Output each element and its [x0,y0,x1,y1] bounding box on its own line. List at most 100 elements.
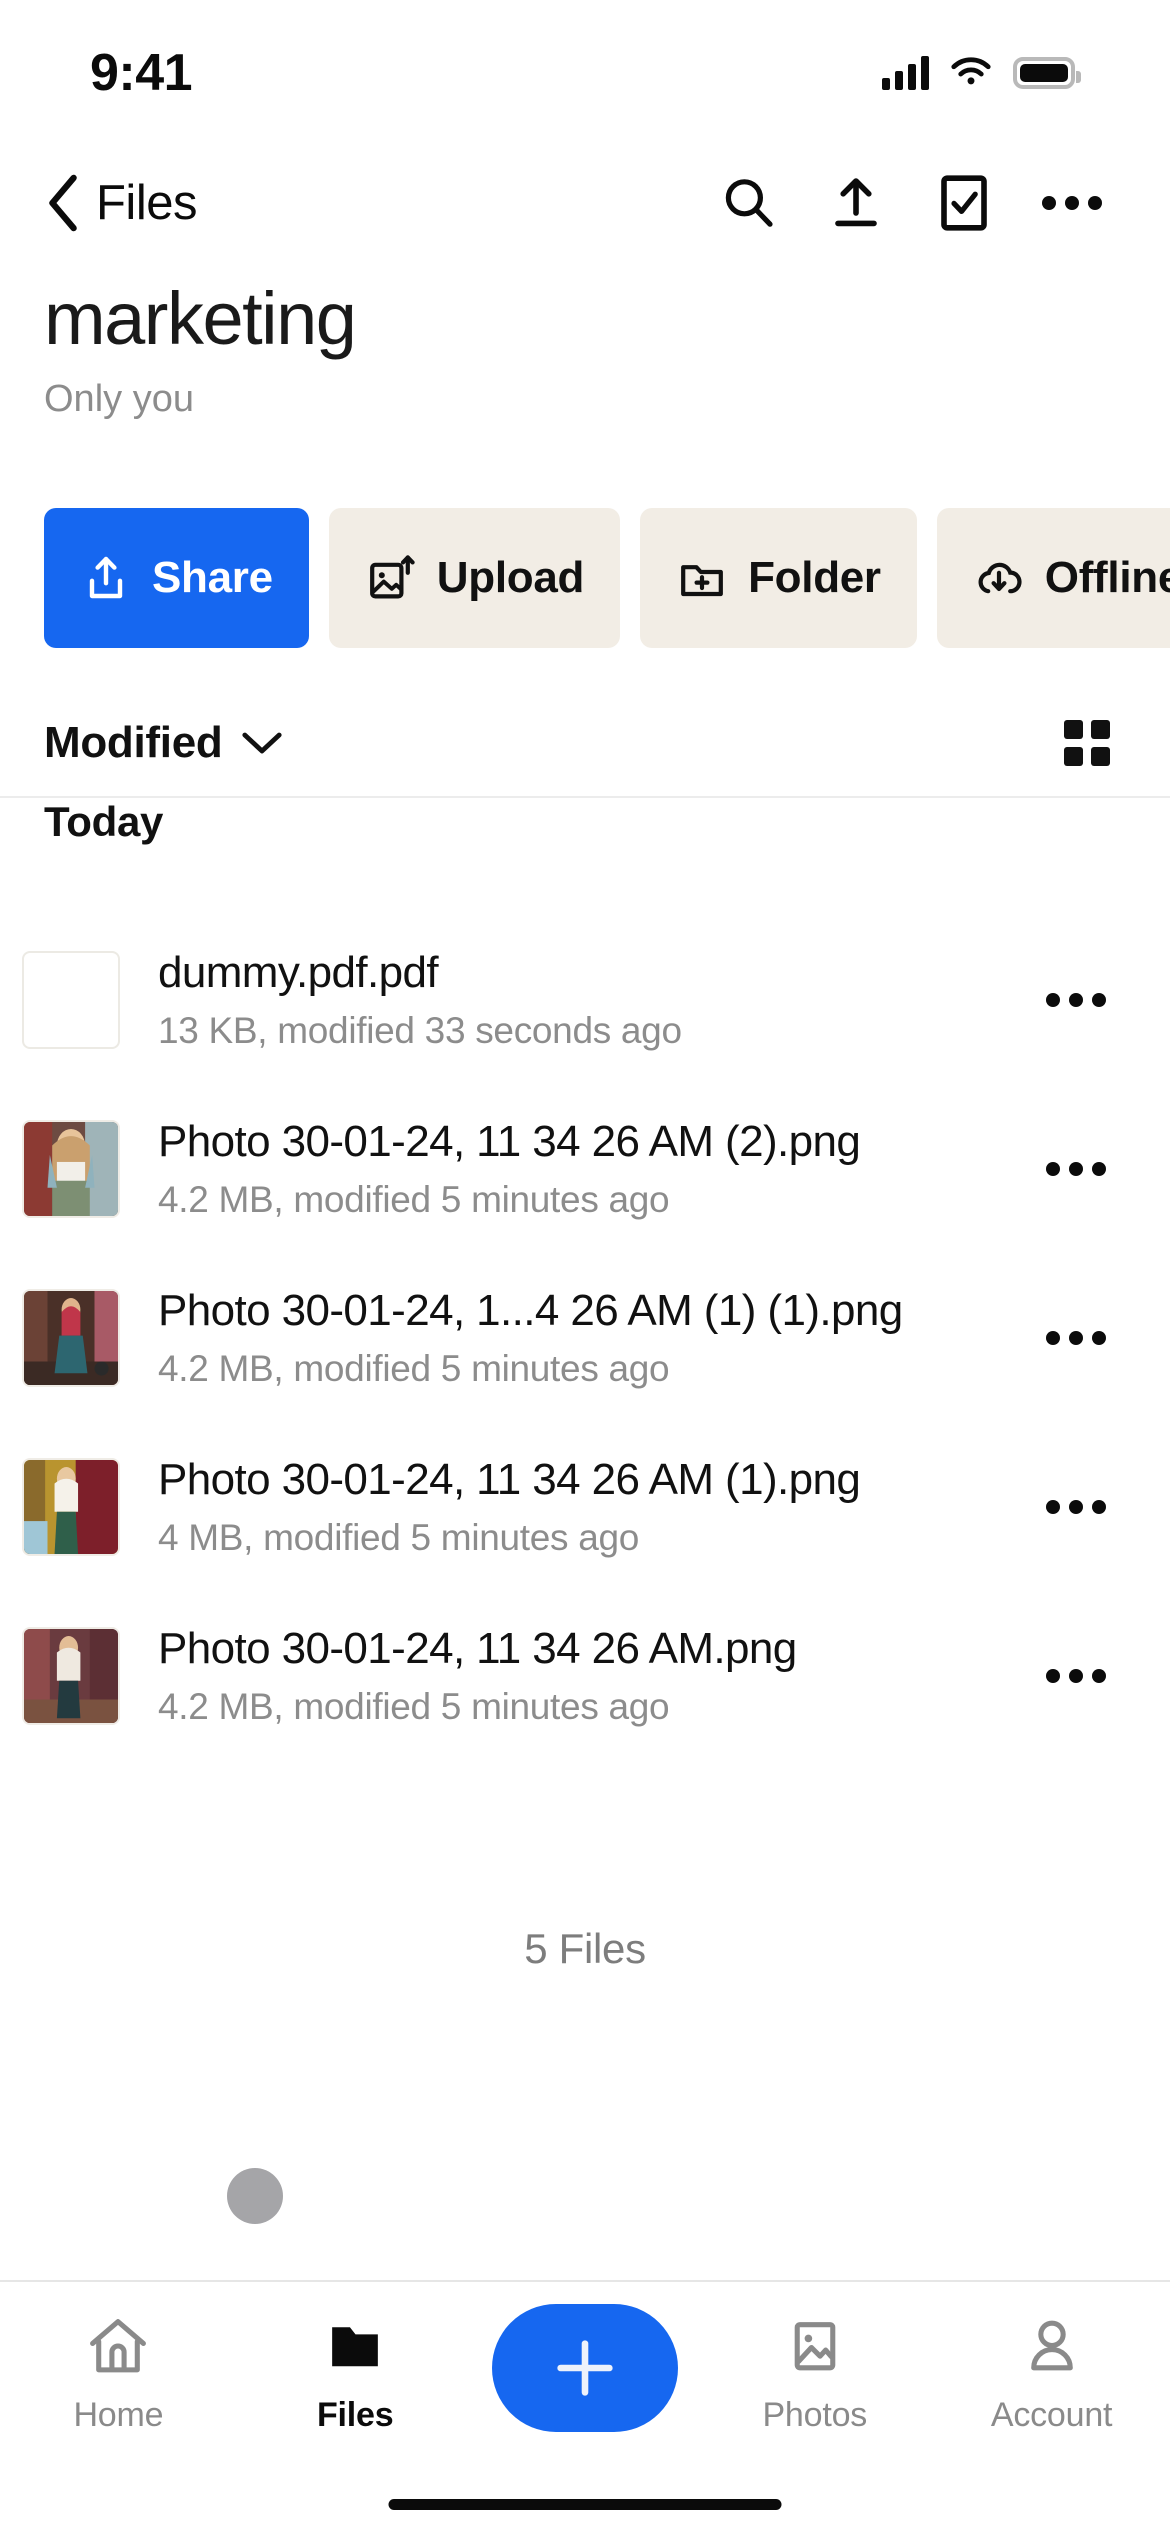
home-indicator [388,2499,782,2510]
wifi-icon [951,56,991,84]
file-list: dummy.pdf.pdf 13 KB, modified 33 seconds… [0,915,1170,1760]
cloud-download-icon [973,552,1025,604]
grid-view-toggle[interactable] [1064,720,1110,766]
navigation-bar: Files [0,148,1170,258]
status-bar-indicators [882,55,1081,90]
file-meta: 4.2 MB, modified 5 minutes ago [158,1179,670,1221]
file-count-label: 5 Files [524,1925,646,1972]
row-more-button[interactable] [1036,1142,1116,1196]
cellular-signal-icon [882,55,929,90]
share-button-label: Share [152,553,273,602]
tab-home[interactable]: Home [18,2310,218,2435]
more-horizontal-icon [1042,196,1102,210]
status-bar-clock: 9:41 [90,43,193,102]
table-row[interactable]: Photo 30-01-24, 11 34 26 AM.png 4.2 MB, … [0,1591,1170,1760]
sort-bar: Modified [0,690,1170,798]
file-name: Photo 30-01-24, 1...4 26 AM (1) (1).png [158,1285,903,1335]
plus-icon [557,2340,613,2396]
more-horizontal-icon [1046,1330,1106,1345]
share-button[interactable]: Share [44,508,309,648]
more-horizontal-icon [1046,1499,1106,1514]
tab-account[interactable]: Account [952,2310,1152,2435]
page-header: marketing Only you [44,280,1124,421]
photo-preview [24,1459,118,1554]
section-header: Today [44,798,164,845]
tab-account-label: Account [990,2396,1113,2434]
app-screen: 9:41 Files marketing Only you Share Uplo… [0,0,1170,2532]
share-icon [80,552,132,604]
tab-photos[interactable]: Photos [715,2310,915,2435]
row-more-button[interactable] [1036,1480,1116,1534]
image-upload-icon [365,552,417,604]
status-bar: 9:41 [0,0,1170,145]
chevron-down-icon [242,732,283,754]
select-button[interactable] [936,175,992,231]
person-icon [1019,2310,1085,2382]
upload-button[interactable] [828,175,884,231]
battery-full-icon [1013,56,1081,89]
upload-chip-label: Upload [436,553,585,602]
back-button[interactable]: Files [44,172,197,234]
photo-preview [24,1290,118,1385]
more-horizontal-icon [1046,992,1106,1007]
file-thumbnail-photo [22,1119,120,1218]
navigation-actions [720,175,1102,231]
file-meta: 13 KB, modified 33 seconds ago [158,1010,682,1052]
offline-label: Offline [1044,553,1170,602]
page-title: marketing [44,277,357,360]
tab-files[interactable]: Files [255,2310,455,2435]
back-button-label: Files [96,176,197,230]
file-info: Photo 30-01-24, 11 34 26 AM (2).png 4.2 … [158,1116,1018,1221]
more-horizontal-icon [1046,1668,1106,1683]
file-thumbnail-photo [22,1457,120,1556]
tab-files-label: Files [316,2396,394,2434]
offline-button[interactable]: Offline [936,508,1170,648]
sort-selector[interactable]: Modified [44,718,284,768]
folder-plus-icon [676,552,728,604]
file-name: Photo 30-01-24, 11 34 26 AM.png [158,1623,797,1673]
chevron-left-icon [49,174,77,232]
tab-photos-label: Photos [762,2396,868,2434]
page-subtitle: Only you [44,377,194,420]
photo-preview [24,1121,118,1216]
file-info: dummy.pdf.pdf 13 KB, modified 33 seconds… [158,947,1018,1052]
tab-home-label: Home [73,2396,164,2434]
file-thumbnail-document [22,950,120,1049]
table-row[interactable]: dummy.pdf.pdf 13 KB, modified 33 seconds… [0,915,1170,1084]
more-horizontal-icon [1046,1161,1106,1176]
file-info: Photo 30-01-24, 1...4 26 AM (1) (1).png … [158,1285,1018,1390]
sort-label: Modified [44,718,223,767]
new-folder-label: Folder [748,553,881,602]
row-more-button[interactable] [1036,973,1116,1027]
table-row[interactable]: Photo 30-01-24, 11 34 26 AM (2).png 4.2 … [0,1084,1170,1253]
row-more-button[interactable] [1036,1649,1116,1703]
table-row[interactable]: Photo 30-01-24, 11 34 26 AM (1).png 4 MB… [0,1422,1170,1591]
loading-indicator [227,2168,283,2224]
file-meta: 4 MB, modified 5 minutes ago [158,1517,640,1559]
search-button[interactable] [720,175,776,231]
checkbox-select-icon [941,175,987,231]
folder-icon [322,2310,388,2382]
bottom-tab-bar: Home Files Photos Account [0,2280,1170,2532]
home-icon [85,2310,151,2382]
file-meta: 4.2 MB, modified 5 minutes ago [158,1686,670,1728]
photo-preview [24,1628,118,1723]
file-name: dummy.pdf.pdf [158,947,439,997]
upload-icon [835,178,877,227]
search-icon [725,179,773,227]
table-row[interactable]: Photo 30-01-24, 1...4 26 AM (1) (1).png … [0,1253,1170,1422]
file-name: Photo 30-01-24, 11 34 26 AM (2).png [158,1116,861,1166]
file-info: Photo 30-01-24, 11 34 26 AM.png 4.2 MB, … [158,1623,1018,1728]
photos-icon [782,2310,848,2382]
action-chip-row[interactable]: Share Upload Folder Offline [44,508,1170,648]
file-thumbnail-photo [22,1288,120,1387]
create-new-button[interactable] [491,2304,678,2432]
upload-chip-button[interactable]: Upload [328,508,621,648]
more-options-button[interactable] [1042,175,1102,231]
file-thumbnail-photo [22,1626,120,1725]
file-name: Photo 30-01-24, 11 34 26 AM (1).png [158,1454,861,1504]
file-meta: 4.2 MB, modified 5 minutes ago [158,1348,670,1390]
new-folder-button[interactable]: Folder [640,508,917,648]
file-info: Photo 30-01-24, 11 34 26 AM (1).png 4 MB… [158,1454,1018,1559]
row-more-button[interactable] [1036,1311,1116,1365]
